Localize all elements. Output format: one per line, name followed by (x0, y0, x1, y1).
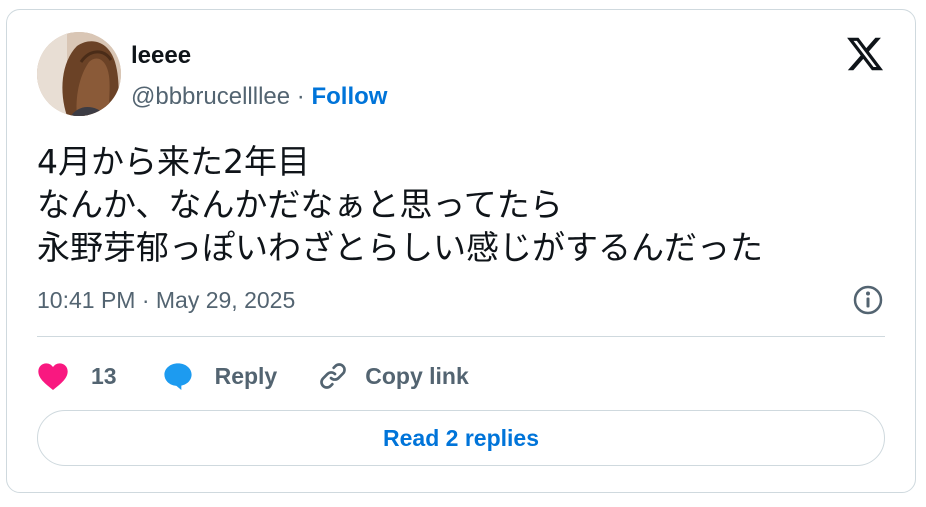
avatar[interactable] (37, 32, 121, 116)
tweet-line: 永野芽郁っぽいわざとらしい感じがするんだった (37, 228, 763, 267)
tweet-card: leeee @bbbrucellllee · Follow 4月から来た2年目 … (6, 9, 916, 493)
x-logo-icon[interactable] (845, 34, 885, 74)
info-icon[interactable] (851, 283, 885, 317)
read-replies-button[interactable]: Read 2 replies (37, 410, 885, 466)
follow-button[interactable]: Follow (311, 83, 387, 110)
divider (37, 336, 885, 337)
link-icon (320, 363, 347, 389)
tweet-text: 4月から来た2年目 なんか、なんかだなぁと思ってたら 永野芽郁っぽいわざとらしい… (37, 140, 763, 269)
author-handle-row: @bbbrucellllee · Follow (131, 83, 387, 111)
action-bar: 13 Reply Copy link (37, 356, 469, 396)
reply-bubble-icon (163, 363, 192, 390)
heart-icon (38, 363, 68, 390)
author-handle[interactable]: @bbbrucellllee (131, 83, 290, 110)
avatar-image (37, 32, 121, 116)
tweet-line: なんか、なんかだなぁと思ってたら (37, 185, 563, 224)
separator-dot: · (290, 83, 312, 110)
reply-label: Reply (214, 362, 278, 389)
copy-link-label: Copy link (365, 362, 469, 389)
reply-button[interactable]: Reply (161, 360, 278, 392)
copy-link-button[interactable]: Copy link (317, 360, 469, 392)
like-count: 13 (91, 362, 117, 389)
tweet-line: 4月から来た2年目 (37, 142, 310, 181)
like-button[interactable]: 13 (37, 361, 117, 391)
tweet-timestamp[interactable]: 10:41 PM · May 29, 2025 (37, 287, 295, 314)
author-name[interactable]: leeee (131, 42, 191, 70)
